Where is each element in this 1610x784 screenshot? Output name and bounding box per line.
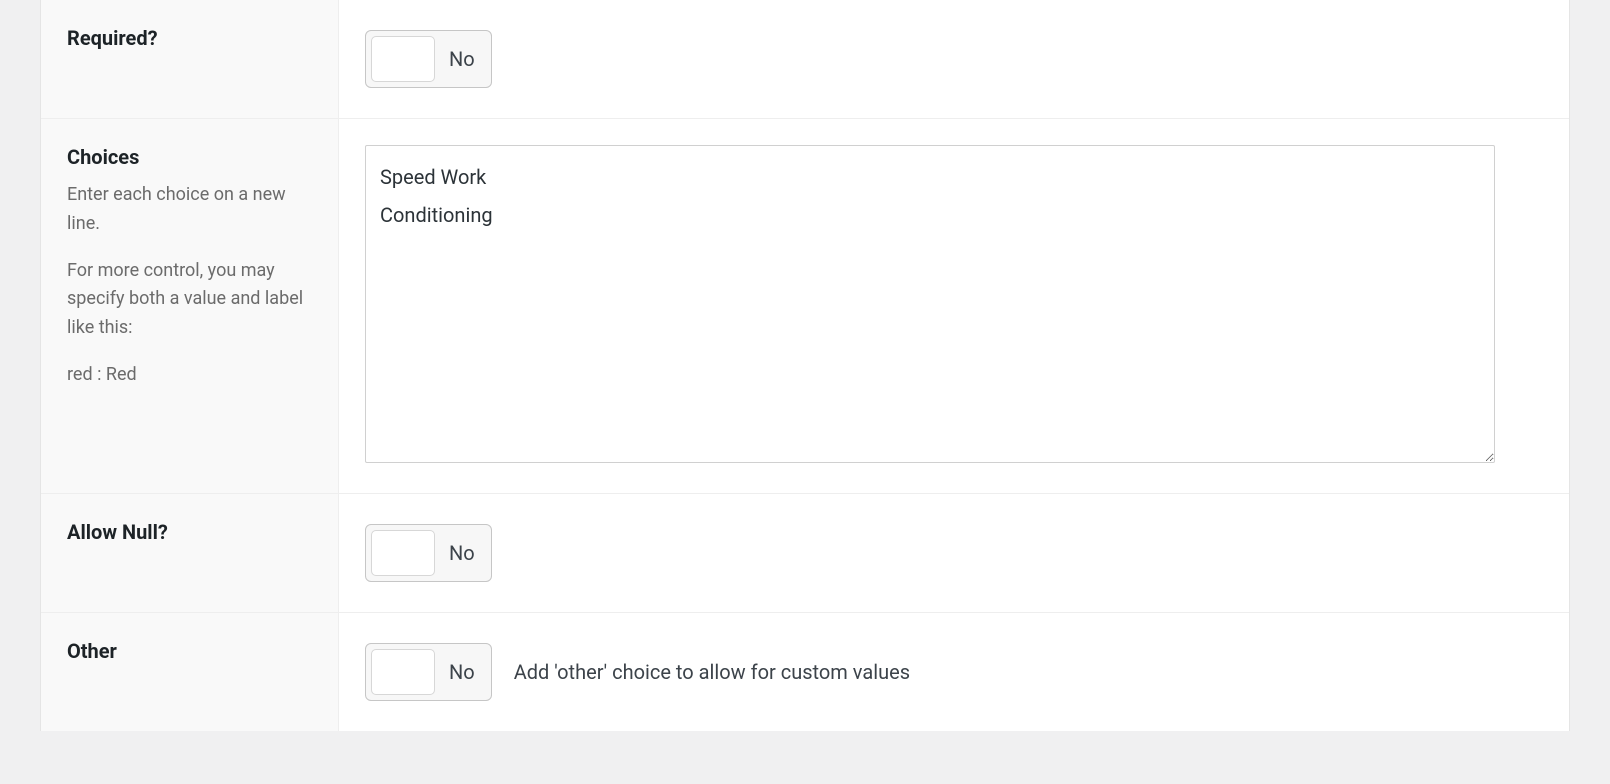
label-col-allow-null: Allow Null? <box>41 494 339 612</box>
label-required: Required? <box>67 24 312 52</box>
row-other: Other No Add 'other' choice to allow for… <box>41 612 1569 731</box>
toggle-other[interactable]: No <box>365 643 492 701</box>
control-col-choices <box>339 119 1569 493</box>
toggle-state-required: No <box>449 36 475 82</box>
desc-line-3: red : Red <box>67 361 312 390</box>
toggle-allow-null[interactable]: No <box>365 524 492 582</box>
row-choices: Choices Enter each choice on a new line.… <box>41 118 1569 493</box>
control-col-required: No <box>339 0 1569 118</box>
desc-line-2: For more control, you may specify both a… <box>67 257 312 343</box>
label-choices: Choices <box>67 143 312 171</box>
label-allow-null: Allow Null? <box>67 518 312 546</box>
other-hint: Add 'other' choice to allow for custom v… <box>514 643 910 701</box>
choices-textarea[interactable] <box>365 145 1495 463</box>
toggle-required[interactable]: No <box>365 30 492 88</box>
control-col-other: No Add 'other' choice to allow for custo… <box>339 613 1569 731</box>
toggle-knob <box>371 530 435 576</box>
toggle-knob <box>371 649 435 695</box>
row-required: Required? No <box>41 0 1569 118</box>
label-col-required: Required? <box>41 0 339 118</box>
toggle-state-allow-null: No <box>449 530 475 576</box>
row-allow-null: Allow Null? No <box>41 493 1569 612</box>
label-col-choices: Choices Enter each choice on a new line.… <box>41 119 339 493</box>
label-other: Other <box>67 637 312 665</box>
toggle-knob <box>371 36 435 82</box>
control-col-allow-null: No <box>339 494 1569 612</box>
desc-choices: Enter each choice on a new line. For mor… <box>67 181 312 390</box>
toggle-state-other: No <box>449 649 475 695</box>
label-col-other: Other <box>41 613 339 731</box>
desc-line-1: Enter each choice on a new line. <box>67 181 312 239</box>
field-settings-panel: Required? No Choices Enter each choice o… <box>40 0 1570 731</box>
